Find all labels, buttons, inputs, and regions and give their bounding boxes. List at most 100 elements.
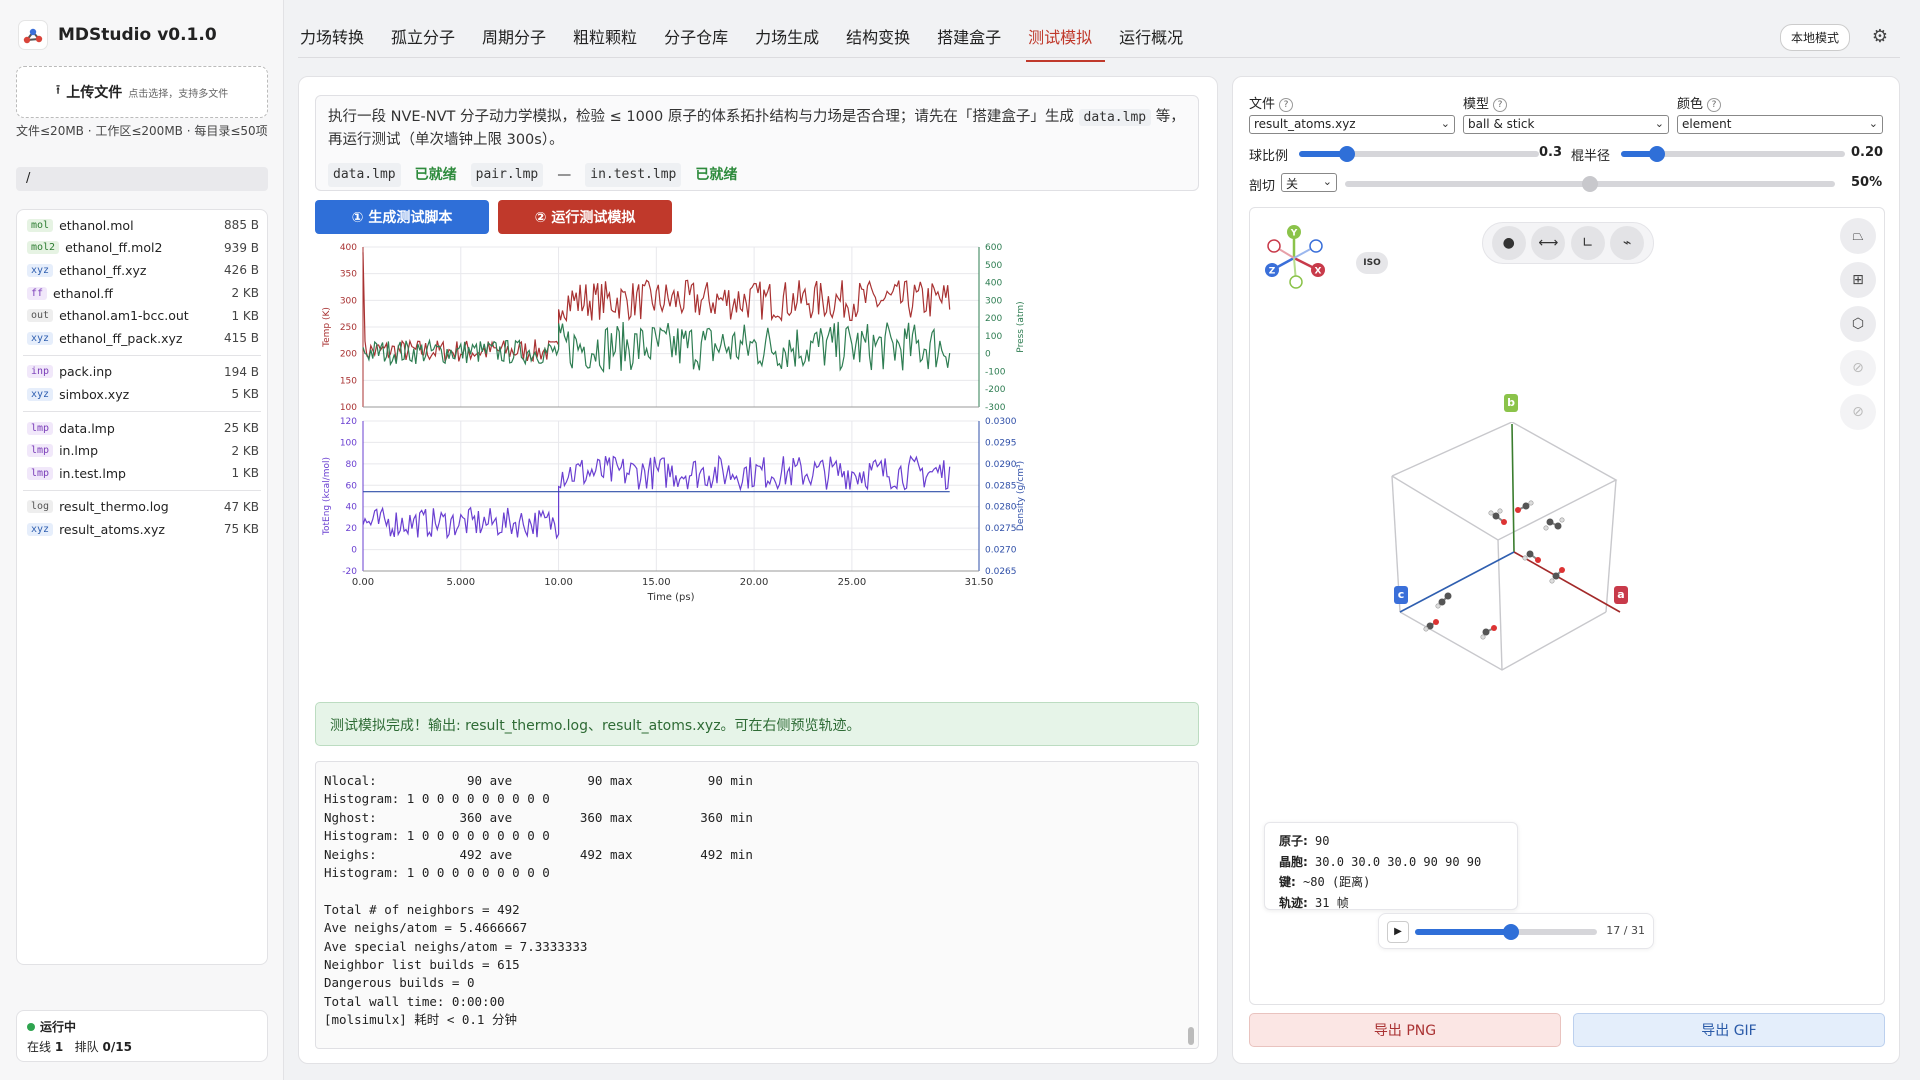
trajectory-player: ▶ 17 / 31 [1378,913,1654,949]
file-list-item[interactable]: ff ethanol.ff 2 KB [17,282,267,305]
file-list-item[interactable]: xyz simbox.xyz 5 KB [17,383,267,406]
frame-slider[interactable] [1415,924,1597,940]
app-name: MDStudio [58,25,152,45]
clip-knob[interactable] [1582,176,1598,192]
ball-scale-slider[interactable] [1299,146,1539,162]
chevron-down-icon: ⌄ [1654,117,1664,130]
cell-b-label: b [1504,394,1518,412]
description-code: data.lmp [1078,109,1152,126]
tab-4[interactable]: 分子仓库 [662,24,741,62]
play-icon[interactable]: ▶ [1387,921,1409,943]
x-tick-label: 15.00 [642,577,671,588]
file-size: 25 KB [223,421,259,436]
file-list-item[interactable]: lmp data.lmp 25 KB [17,417,267,440]
file-name: ethanol_ff.xyz [59,262,147,278]
file-list-item[interactable]: mol ethanol.mol 885 B [17,214,267,237]
select-atom-icon[interactable]: ● [1491,226,1526,260]
file-type-badge: lmp [27,444,54,458]
y2-tick-label: 0.0280 [985,503,1017,513]
color-label: 颜色 [1677,97,1704,112]
file-list-item[interactable]: xyz ethanol_ff_pack.xyz 415 B [17,327,267,350]
file-type-badge: lmp [27,466,54,480]
upload-icon: ⭱ [55,83,61,98]
file-name: result_thermo.log [59,499,169,515]
clip-select[interactable]: 关 ⌄ [1281,173,1337,192]
upload-button[interactable]: ⭱ 上传文件 点击选择，支持多文件 [16,66,268,118]
molecule-viewer[interactable]: ● ⟷ ∟ ⌁ ⏢ ⊞ ⬡ ⊘ ⊘ Y X Z ISO b a c 原子: 90… [1249,207,1885,1005]
file-label: 文件 [1249,97,1276,112]
tab-9[interactable]: 运行概况 [1117,24,1196,62]
file-list-item[interactable]: out ethanol.am1-bcc.out 1 KB [17,304,267,327]
x-tick-label: 25.00 [838,577,867,588]
info-bonds-label: 键: [1279,875,1296,889]
log-scrollbar[interactable] [1188,1027,1194,1045]
tab-8[interactable]: 测试模拟 [1026,24,1106,62]
file-type-badge: xyz [27,522,54,536]
file-name: data.lmp [59,420,115,436]
y2-tick-label: 0.0270 [985,546,1017,556]
tab-2[interactable]: 周期分子 [480,24,559,62]
rod-radius-knob[interactable] [1648,146,1665,162]
file-group-divider [23,410,261,412]
frame-knob[interactable] [1503,924,1520,940]
color-select[interactable]: element ⌄ [1677,115,1883,134]
measure-angle-icon[interactable]: ∟ [1570,226,1605,260]
perspective-icon[interactable]: ⏢ [1840,218,1876,254]
clip-slider[interactable] [1345,176,1835,192]
hide-icon[interactable]: ⊘ [1840,394,1876,430]
ball-scale-knob[interactable] [1339,146,1355,162]
log-output[interactable]: Nlocal: 90 ave 90 max 90 min Histogram: … [315,761,1199,1049]
tab-5[interactable]: 力场生成 [753,24,832,62]
tab-6[interactable]: 结构变换 [844,24,923,62]
tab-7[interactable]: 搭建盒子 [935,24,1014,62]
gear-icon[interactable]: ⚙ [1872,26,1888,47]
cube-icon[interactable]: ⬡ [1840,306,1876,342]
model-select[interactable]: ball & stick ⌄ [1463,115,1669,134]
path-breadcrumb[interactable]: / [16,167,268,191]
rod-radius-slider[interactable] [1621,146,1845,162]
axis-gizmo-icon[interactable]: Y X Z [1260,220,1340,300]
file-list-item[interactable]: lmp in.test.lmp 1 KB [17,462,267,485]
tab-1[interactable]: 孤立分子 [389,24,468,62]
file-list-item[interactable]: mol2 ethanol_ff.mol2 939 B [17,237,267,260]
y2-tick-label: 200 [985,314,1002,324]
help-icon[interactable]: ? [1707,97,1722,112]
iso-button[interactable]: ISO [1356,252,1388,274]
local-mode-badge[interactable]: 本地模式 [1779,24,1850,51]
file-type-badge: xyz [27,263,54,277]
file-list-item[interactable]: lmp in.lmp 2 KB [17,439,267,462]
file-name: pack.inp [59,364,113,380]
measure-dihedral-icon[interactable]: ⌁ [1610,226,1645,260]
export-gif-button[interactable]: 导出 GIF [1573,1013,1885,1047]
run-test-button[interactable]: ② 运行测试模拟 [498,200,672,234]
y2-tick-label: 0 [985,350,991,360]
grid-icon[interactable]: ⊞ [1840,262,1876,298]
chevron-down-icon: ⌄ [1322,175,1332,188]
export-png-button[interactable]: 导出 PNG [1249,1013,1561,1047]
cell-c-label: c [1394,586,1408,604]
hide-hydrogen-icon[interactable]: ⊘ [1840,350,1876,386]
app-version: v0.1.0 [157,25,217,45]
y2-tick-label: 500 [985,261,1002,271]
file-type-badge: mol [27,218,54,232]
x-tick-label: 10.00 [544,577,573,588]
top-nav: 力场转换 孤立分子 周期分子 粗粒颗粒 分子仓库 力场生成 结构变换 搭建盒子 测试模拟 运行概况… [298,14,1900,62]
clip-value: 50% [1851,175,1883,190]
file-list-item[interactable]: log result_thermo.log 47 KB [17,496,267,519]
file-select[interactable]: result_atoms.xyz ⌄ [1249,115,1455,134]
file-name: simbox.xyz [59,386,130,402]
file-list-item[interactable]: xyz result_atoms.xyz 75 KB [17,518,267,541]
help-icon[interactable]: ? [1279,97,1294,112]
tab-3[interactable]: 粗粒颗粒 [571,24,650,62]
measure-distance-icon[interactable]: ⟷ [1531,226,1566,260]
generate-script-button[interactable]: ① 生成测试脚本 [315,200,489,234]
y-tick-label: 100 [340,438,357,448]
y-tick-label: 200 [340,350,357,360]
help-icon[interactable]: ? [1493,97,1508,112]
file-list-item[interactable]: xyz ethanol_ff.xyz 426 B [17,259,267,282]
file-size: 5 KB [231,387,259,402]
y-tick-label: 20 [346,524,358,534]
file-list-item[interactable]: inp pack.inp 194 B [17,361,267,384]
y2-tick-label: 0.0275 [985,524,1017,534]
tab-0[interactable]: 力场转换 [298,24,377,62]
